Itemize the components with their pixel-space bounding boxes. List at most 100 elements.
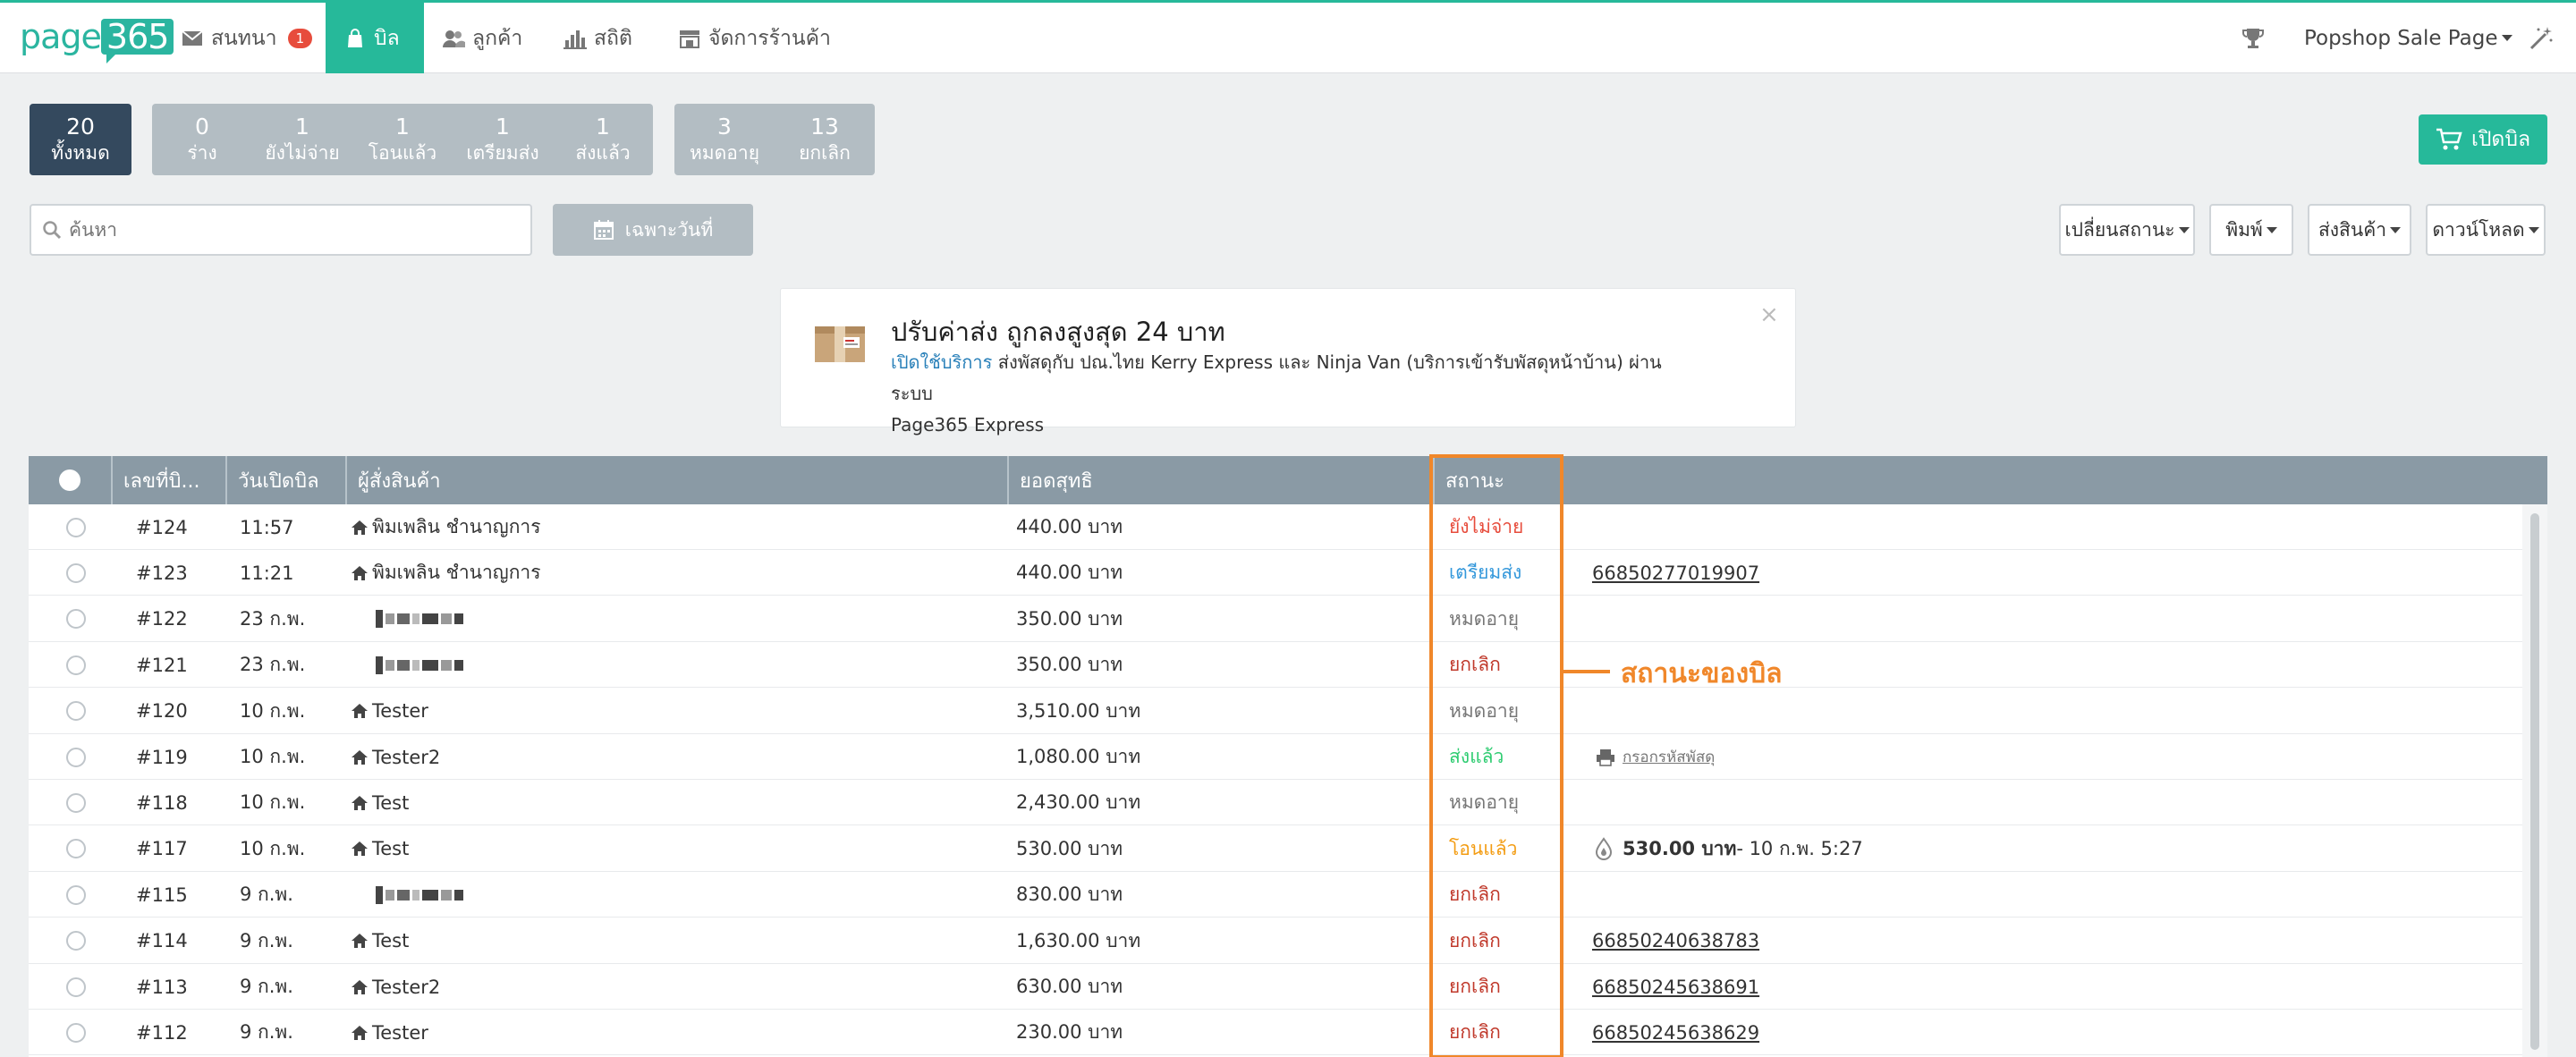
row-radio[interactable] xyxy=(66,517,86,537)
table-row[interactable]: #115 9 ก.พ. 830.00 บาท ยกเลิก xyxy=(29,872,2522,918)
column-header-bill-no[interactable]: เลขที่บิ... xyxy=(111,456,225,504)
enable-service-link[interactable]: เปิดใช้บริการ xyxy=(891,351,992,373)
table-row[interactable]: #124 11:57 พิมเพลิน ชำนาญการ 440.00 บาท ยังไ… xyxy=(29,504,2522,550)
blurred-customer-name xyxy=(376,872,463,917)
row-radio[interactable] xyxy=(66,655,86,675)
bill-date: 10 ก.พ. xyxy=(240,699,306,722)
column-header-total[interactable]: ยอดสุทธิ xyxy=(1007,456,1433,504)
enter-tracking-cell: กรอกรหัสพัสดุ xyxy=(1596,734,1715,780)
print-dropdown[interactable]: พิมพ์ xyxy=(2209,204,2293,256)
trophy-icon[interactable] xyxy=(2241,3,2266,73)
nav-store[interactable]: จัดการร้านค้า xyxy=(660,3,849,73)
nav-customers[interactable]: ลูกค้า xyxy=(424,3,540,73)
bill-number[interactable]: #124 xyxy=(136,504,188,550)
tracking-number-link[interactable]: 66850240638783 xyxy=(1592,918,1759,964)
bill-number[interactable]: #117 xyxy=(136,826,188,872)
column-header-date[interactable]: วันเปิดบิล xyxy=(225,456,345,504)
page-selector[interactable]: Popshop Sale Page xyxy=(2304,3,2512,73)
filter-tab-cancelled[interactable]: 13 ยกเลิก xyxy=(775,104,875,175)
table-row[interactable]: #118 10 ก.พ. Test 2,430.00 บาท หมดอายุ xyxy=(29,780,2522,826)
table-row[interactable]: #121 23 ก.พ. 350.00 บาท ยกเลิก xyxy=(29,642,2522,689)
customer-cell[interactable]: Tester2 xyxy=(351,734,440,780)
filter-group-closed: 3 หมดอายุ 13 ยกเลิก xyxy=(674,104,875,175)
filter-tab-expired[interactable]: 3 หมดอายุ xyxy=(674,104,775,175)
bill-number[interactable]: #121 xyxy=(136,642,188,688)
table-row[interactable]: #119 10 ก.พ. Tester2 1,080.00 บาท ส่งแล้ว กรอ… xyxy=(29,734,2522,780)
customer-cell[interactable]: พิมเพลิน ชำนาญการ xyxy=(351,550,540,596)
scrollbar-thumb[interactable] xyxy=(2530,513,2539,1050)
bill-number[interactable]: #113 xyxy=(136,964,188,1010)
bill-number[interactable]: #122 xyxy=(136,596,188,642)
filter-count: 3 xyxy=(717,114,732,140)
magic-wand-icon[interactable] xyxy=(2528,3,2555,73)
table-row[interactable]: #117 10 ก.พ. Test 530.00 บาท โอนแล้ว 530.00 บ… xyxy=(29,826,2522,872)
filter-tab-draft[interactable]: 0 ร่าง xyxy=(152,104,252,175)
nav-statistics[interactable]: สถิติ xyxy=(546,3,650,73)
chevron-down-icon xyxy=(2390,226,2402,233)
row-radio[interactable] xyxy=(66,747,86,767)
tracking-number-link[interactable]: 66850245638691 xyxy=(1592,964,1759,1010)
select-all-column xyxy=(29,456,111,504)
row-radio[interactable] xyxy=(66,839,86,859)
customer-cell[interactable]: Tester xyxy=(351,689,428,734)
nav-bills[interactable]: บิล xyxy=(326,3,424,73)
nav-chat[interactable]: สนทนา 1 xyxy=(163,3,330,73)
enter-tracking-link[interactable]: กรอกรหัสพัสดุ xyxy=(1623,745,1715,769)
row-radio[interactable] xyxy=(66,977,86,997)
row-radio[interactable] xyxy=(66,792,86,813)
filter-label: เตรียมส่ง xyxy=(466,142,539,164)
ship-dropdown[interactable]: ส่งสินค้า xyxy=(2308,204,2411,256)
customer-cell[interactable]: Test xyxy=(351,826,409,872)
table-row[interactable]: #114 9 ก.พ. Test 1,630.00 บาท ยกเลิก 66850240… xyxy=(29,918,2522,964)
bill-total: 350.00 บาท xyxy=(1016,654,1123,676)
customer-cell[interactable]: Test xyxy=(351,918,409,964)
change-status-dropdown[interactable]: เปลี่ยนสถานะ xyxy=(2059,204,2195,256)
filter-tab-transferred[interactable]: 1 โอนแล้ว xyxy=(352,104,453,175)
row-radio[interactable] xyxy=(66,609,86,630)
dropdown-label: พิมพ์ xyxy=(2225,218,2263,241)
top-navbar: page 365 สนทนา 1 บิล ลูกค้า สถิติ จัดการร… xyxy=(0,0,2576,73)
search-input[interactable] xyxy=(69,219,498,241)
table-scrollbar[interactable] xyxy=(2522,504,2547,1057)
bill-number[interactable]: #114 xyxy=(136,918,188,964)
column-header-customer[interactable]: ผู้สั่งสินค้า xyxy=(345,456,1007,504)
customer-cell[interactable]: Tester2 xyxy=(351,964,440,1010)
page365-logo[interactable]: page 365 xyxy=(20,19,174,69)
bill-number[interactable]: #118 xyxy=(136,780,188,825)
customer-cell[interactable]: Test xyxy=(351,780,409,825)
bill-number[interactable]: #123 xyxy=(136,550,188,596)
open-bill-button[interactable]: เปิดบิล xyxy=(2419,114,2547,165)
row-radio[interactable] xyxy=(66,701,86,722)
row-radio[interactable] xyxy=(66,884,86,905)
table-row[interactable]: #113 9 ก.พ. Tester2 630.00 บาท ยกเลิก 6685024… xyxy=(29,964,2522,1010)
bill-date: 23 ก.พ. xyxy=(240,654,306,676)
row-radio[interactable] xyxy=(66,1022,86,1043)
bill-number[interactable]: #120 xyxy=(136,689,188,734)
close-icon[interactable]: × xyxy=(1759,301,1779,328)
filter-tab-shipped[interactable]: 1 ส่งแล้ว xyxy=(553,104,653,175)
row-radio[interactable] xyxy=(66,562,86,583)
table-row[interactable]: #122 23 ก.พ. 350.00 บาท หมดอายุ xyxy=(29,596,2522,642)
filter-tab-unpaid[interactable]: 1 ยังไม่จ่าย xyxy=(252,104,352,175)
printer-icon[interactable] xyxy=(1596,748,1615,766)
customer-cell[interactable]: พิมเพลิน ชำนาญการ xyxy=(351,504,540,550)
search-box xyxy=(30,204,532,256)
select-all-checkbox[interactable] xyxy=(59,469,80,491)
column-header-status[interactable]: สถานะ xyxy=(1433,456,2547,504)
bill-number[interactable]: #115 xyxy=(136,872,188,917)
table-row[interactable]: #123 11:21 พิมเพลิน ชำนาญการ 440.00 บาท เตรี… xyxy=(29,550,2522,596)
filter-tab-all[interactable]: 20 ทั้งหมด xyxy=(30,104,131,175)
customer-cell[interactable]: Tester xyxy=(351,1010,428,1055)
row-select-cell xyxy=(66,780,86,825)
tracking-number-link[interactable]: 66850277019907 xyxy=(1592,550,1759,596)
bill-number[interactable]: #112 xyxy=(136,1010,188,1055)
status-column-highlight xyxy=(1429,454,1563,1057)
download-dropdown[interactable]: ดาวน์โหลด xyxy=(2426,204,2546,256)
filter-tab-preparing[interactable]: 1 เตรียมส่ง xyxy=(453,104,553,175)
bill-number[interactable]: #119 xyxy=(136,734,188,780)
table-row[interactable]: #120 10 ก.พ. Tester 3,510.00 บาท หมดอายุ xyxy=(29,689,2522,734)
date-filter-button[interactable]: เฉพาะวันที่ xyxy=(553,204,753,256)
tracking-number-link[interactable]: 66850245638629 xyxy=(1592,1010,1759,1055)
table-row[interactable]: #112 9 ก.พ. Tester 230.00 บาท ยกเลิก 66850245… xyxy=(29,1010,2522,1056)
row-radio[interactable] xyxy=(66,931,86,951)
